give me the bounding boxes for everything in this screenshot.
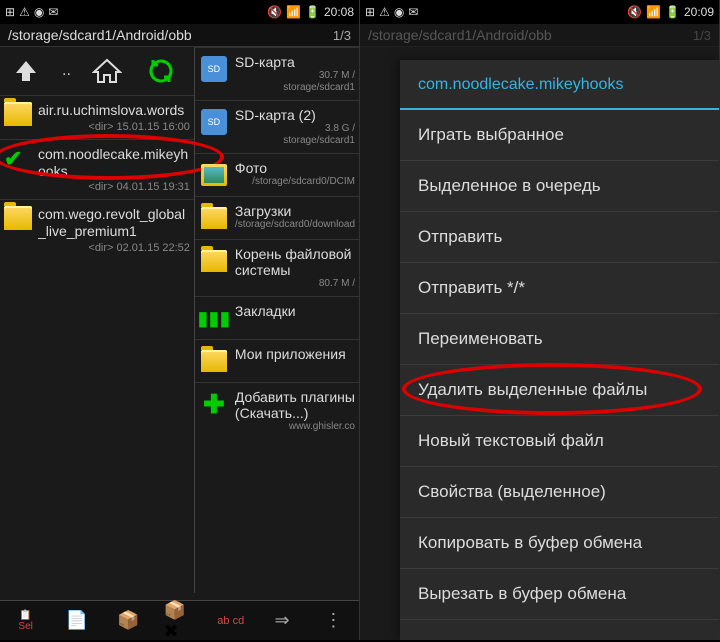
right-panel-item[interactable]: ▮▮▮ Закладки <box>195 296 359 339</box>
wifi-icon: 📶 <box>286 5 301 19</box>
context-menu: com.noodlecake.mikeyhooks Играть выбранн… <box>400 60 719 640</box>
right-panel-item[interactable]: ✚ Добавить плагины (Скачать...)www.ghisle… <box>195 382 359 439</box>
file-name: com.wego.revolt_global_live_premium1 <box>38 206 190 240</box>
warning-icon: ⚠ <box>19 5 30 19</box>
bottom-bar: 📋Sel 📄 📦 📦✖ ab cd ⇒ ⋮ <box>0 600 359 640</box>
up-label: .. <box>62 62 71 80</box>
right-item-meta: www.ghisler.co <box>235 421 355 433</box>
mail-icon: ✉ <box>48 5 58 19</box>
menu-item[interactable]: Выделенное в очередь <box>400 161 719 212</box>
right-item-title: Закладки <box>235 303 355 319</box>
circle-icon: ◉ <box>394 5 404 19</box>
right-item-title: Корень файловой системы <box>235 246 355 278</box>
right-panel-item[interactable]: SD SD-карта (2)3.8 G /storage/sdcard1 <box>195 100 359 153</box>
status-right-icons: 🔇 📶 🔋 20:09 <box>627 5 714 19</box>
menu-item[interactable]: Новый текстовый файл <box>400 416 719 467</box>
right-panel-item[interactable]: Фото/storage/sdcard0/DCIM <box>195 153 359 196</box>
right-panel-item[interactable]: SD SD-карта30.7 M /storage/sdcard1 <box>195 47 359 100</box>
menu-item[interactable]: Отправить */* <box>400 263 719 314</box>
screen-left: ⊞ ⚠ ◉ ✉ 🔇 📶 🔋 20:08 /storage/sdcard1/And… <box>0 0 360 640</box>
sort-button[interactable]: ab cd <box>215 605 247 637</box>
right-panel-item[interactable]: Корень файловой системы80.7 M / <box>195 239 359 296</box>
file-entry-selected[interactable]: ✔ com.noodlecake.mikeyhooks <dir> 04.01.… <box>0 139 194 200</box>
right-item-meta: 3.8 G /storage/sdcard1 <box>235 123 355 147</box>
right-panel-item[interactable]: Загрузки/storage/sdcard0/download <box>195 196 359 239</box>
file-entry[interactable]: air.ru.uchimslova.words <dir> 15.01.15 1… <box>0 95 194 139</box>
up-button[interactable] <box>8 53 44 89</box>
right-item-title: SD-карта (2) <box>235 107 355 123</box>
clock: 20:08 <box>324 5 354 19</box>
battery-icon: 🔋 <box>305 5 320 19</box>
new-file-button[interactable]: 📄 <box>61 605 93 637</box>
status-left-icons: ⊞ ⚠ ◉ ✉ <box>5 5 58 19</box>
plus-icon: ✚ <box>203 389 225 420</box>
panels: .. air.ru.uchimslova.words <dir> 15.01.1… <box>0 47 359 593</box>
status-bar: ⊞ ⚠ ◉ ✉ 🔇 📶 🔋 20:09 <box>360 0 719 24</box>
right-item-title: SD-карта <box>235 54 355 70</box>
screen-right: ⊞ ⚠ ◉ ✉ 🔇 📶 🔋 20:09 /storage/sdcard1/And… <box>360 0 720 640</box>
dimmed-background: /storage/sdcard1/Android/obb 1/3 <box>360 24 719 47</box>
home-button[interactable] <box>89 53 125 89</box>
select-button[interactable]: 📋Sel <box>10 605 42 637</box>
file-meta: <dir> 04.01.15 19:31 <box>38 181 190 193</box>
path-text: /storage/sdcard1/Android/obb <box>8 27 333 43</box>
bookmark-icon: ▮▮▮ <box>197 306 230 331</box>
warning-icon: ⚠ <box>379 5 390 19</box>
path-bar[interactable]: /storage/sdcard1/Android/obb 1/3 <box>0 24 359 47</box>
plus-status-icon: ⊞ <box>5 5 15 19</box>
toolbar: .. <box>0 47 194 95</box>
wifi-icon: 📶 <box>646 5 661 19</box>
file-meta: <dir> 15.01.15 16:00 <box>38 121 190 133</box>
pack-button[interactable]: 📦 <box>112 605 144 637</box>
photo-icon <box>201 164 227 186</box>
right-panel-item[interactable]: Мои приложения <box>195 339 359 382</box>
mute-icon: 🔇 <box>627 5 642 19</box>
left-panel: .. air.ru.uchimslova.words <dir> 15.01.1… <box>0 47 194 593</box>
forward-button[interactable]: ⇒ <box>266 605 298 637</box>
clock: 20:09 <box>684 5 714 19</box>
right-item-title: Добавить плагины (Скачать...) <box>235 389 355 421</box>
check-icon: ✔ <box>4 146 32 170</box>
right-item-meta: 80.7 M / <box>235 278 355 290</box>
file-entry[interactable]: com.wego.revolt_global_live_premium1 <di… <box>0 199 194 260</box>
menu-item[interactable]: Играть выбранное <box>400 110 719 161</box>
right-item-meta: /storage/sdcard0/download <box>235 219 355 231</box>
path-count: 1/3 <box>333 28 351 43</box>
right-item-title: Фото <box>235 160 355 176</box>
file-name: air.ru.uchimslova.words <box>38 102 190 119</box>
status-bar: ⊞ ⚠ ◉ ✉ 🔇 📶 🔋 20:08 <box>0 0 359 24</box>
refresh-button[interactable] <box>143 53 179 89</box>
folder-icon <box>201 250 227 272</box>
menu-item[interactable]: Свойства (выделенное) <box>400 467 719 518</box>
right-item-meta: 30.7 M /storage/sdcard1 <box>235 70 355 94</box>
file-name: com.noodlecake.mikeyhooks <box>38 146 190 180</box>
file-meta: <dir> 02.01.15 22:52 <box>38 242 190 254</box>
right-item-title: Загрузки <box>235 203 355 219</box>
menu-header: com.noodlecake.mikeyhooks <box>400 60 719 110</box>
menu-item[interactable]: Отправить <box>400 212 719 263</box>
delete-button[interactable]: 📦✖ <box>163 605 195 637</box>
apps-icon <box>201 350 227 372</box>
folder-icon <box>4 206 32 230</box>
mail-icon: ✉ <box>408 5 418 19</box>
circle-icon: ◉ <box>34 5 44 19</box>
sd-card-icon: SD <box>201 56 227 82</box>
status-right-icons: 🔇 📶 🔋 20:08 <box>267 5 354 19</box>
menu-item[interactable]: Переименовать <box>400 314 719 365</box>
right-item-title: Мои приложения <box>235 346 355 362</box>
sd-card-icon: SD <box>201 109 227 135</box>
plus-status-icon: ⊞ <box>365 5 375 19</box>
battery-icon: 🔋 <box>665 5 680 19</box>
folder-icon <box>4 102 32 126</box>
mute-icon: 🔇 <box>267 5 282 19</box>
right-panel: SD SD-карта30.7 M /storage/sdcard1 SD SD-ка… <box>194 47 359 593</box>
menu-button[interactable]: ⋮ <box>317 605 349 637</box>
menu-item[interactable]: Копировать в буфер обмена <box>400 518 719 569</box>
menu-item[interactable]: Вырезать в буфер обмена <box>400 569 719 620</box>
status-left-icons: ⊞ ⚠ ◉ ✉ <box>365 5 418 19</box>
folder-icon <box>201 207 227 229</box>
menu-item[interactable]: Удалить выделенные файлы <box>400 365 719 416</box>
right-item-meta: /storage/sdcard0/DCIM <box>235 176 355 188</box>
